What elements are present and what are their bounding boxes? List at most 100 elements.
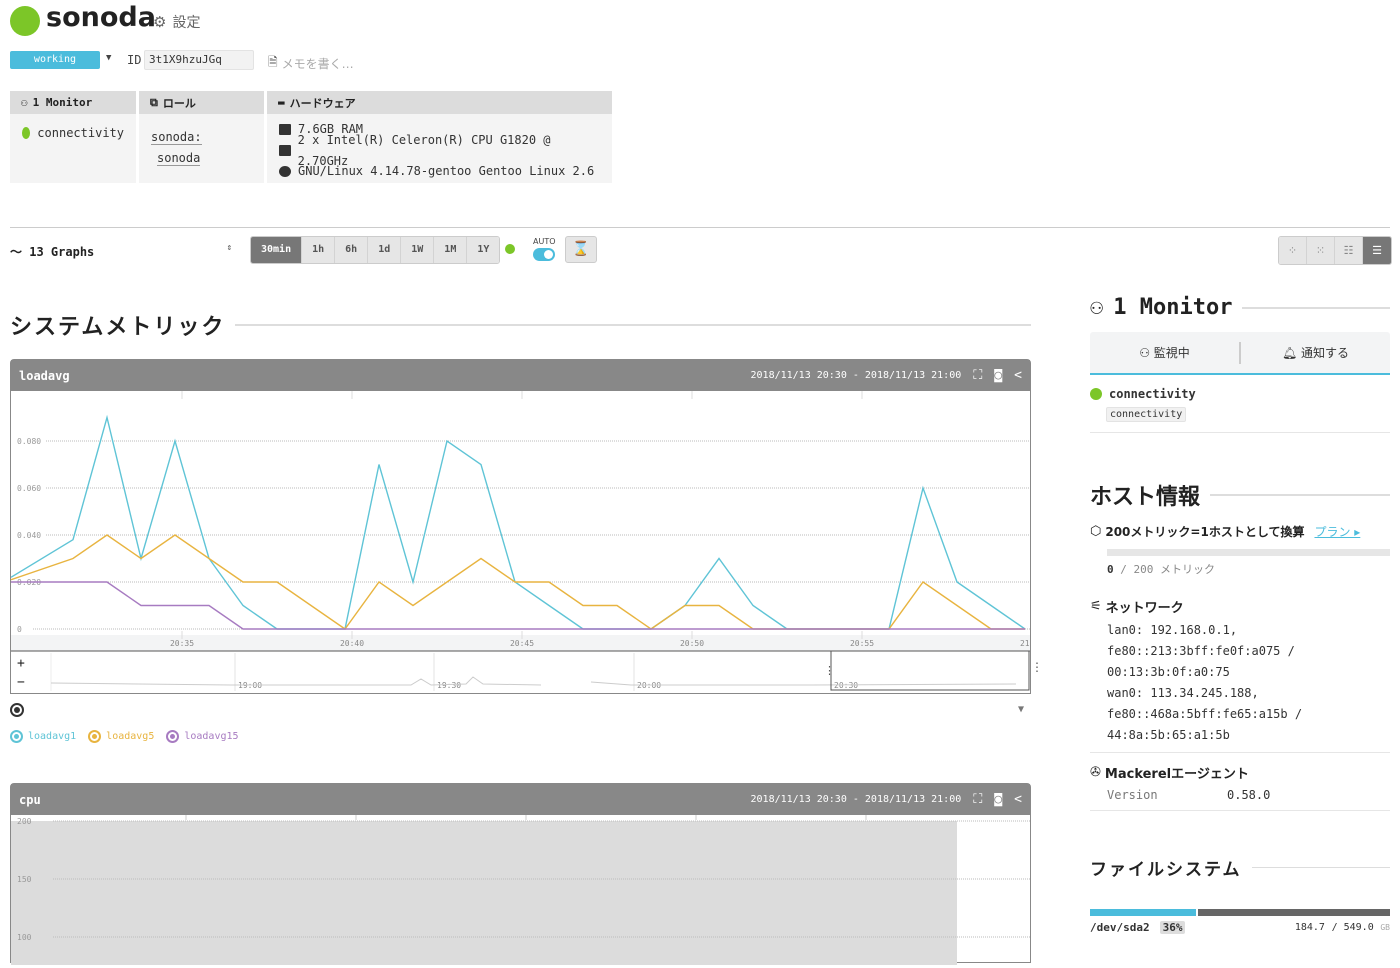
os-info: GNU/Linux 4.14.78-gentoo Gentoo Linux 2.…	[298, 164, 595, 178]
hourglass-icon: ⌛	[572, 241, 590, 257]
legend-toggle-icon	[88, 730, 102, 743]
divider	[10, 227, 1390, 228]
network-line: lan0: 192.168.0.1,	[1107, 623, 1238, 637]
cpu-area	[11, 821, 957, 968]
gear-icon: ⚙	[153, 13, 167, 31]
auto-label: AUTO	[533, 237, 556, 246]
navigator-tick-label: 20:30	[834, 681, 858, 690]
tab-notify[interactable]: 🔔︎ 通知する	[1241, 344, 1390, 361]
network-line: 44:8a:5b:65:a1:5b	[1107, 728, 1230, 742]
zoom-out-button[interactable]: −	[17, 675, 25, 690]
graph-title[interactable]: cpu	[19, 793, 41, 807]
loadavg-chart[interactable]: 20:3520:4020:4520:5020:5521:0000.0200.04…	[10, 391, 1044, 693]
tab-notify-label: 通知する	[1301, 346, 1350, 360]
filesystem-title: ファイルシステム	[1090, 860, 1242, 880]
filesystem-heading: ファイルシステム	[1090, 855, 1390, 880]
range-tab-1h[interactable]: 1h	[302, 237, 336, 263]
filesystem-row: /dev/sda2 36% 184.7 / 549.0 GB	[1090, 921, 1390, 934]
filesystem-total: / 549.0	[1331, 922, 1374, 933]
agent-version-label: Version	[1107, 788, 1158, 802]
settings-link[interactable]: ⚙ 設定	[153, 12, 200, 32]
network-icon: ⚟	[1090, 599, 1102, 614]
layout-grid-2-button[interactable]: ☷	[1335, 237, 1363, 264]
metric-limit: / 200	[1120, 563, 1154, 576]
y-tick-label: 0.060	[17, 484, 41, 493]
os-icon	[279, 166, 291, 177]
binoculars-icon: ⚇	[1139, 346, 1150, 360]
share-icon[interactable]: <	[1014, 792, 1022, 807]
zoom-in-button[interactable]: +	[17, 656, 25, 671]
layout-grid-3-button[interactable]: ⁙	[1307, 237, 1335, 264]
tab-watching-label: 監視中	[1153, 346, 1190, 360]
monitor-name: connectivity	[1109, 387, 1196, 401]
filesystem-unit: GB	[1380, 923, 1390, 932]
expand-icon[interactable]: ⛶	[973, 792, 982, 807]
cpu-chart[interactable]: 200 150 100	[11, 815, 1030, 968]
monitor-list-item[interactable]: connectivity connectivity	[1090, 375, 1390, 432]
y-tick-label: 150	[17, 875, 32, 884]
monitor-tag: connectivity	[1106, 407, 1187, 422]
host-status-dot	[10, 6, 40, 36]
camera-icon[interactable]: ◙	[994, 792, 1002, 807]
memo-placeholder: メモを書く…	[281, 57, 354, 71]
monitor-item[interactable]: connectivity	[37, 124, 124, 142]
range-tab-1d[interactable]: 1d	[368, 237, 402, 263]
navigator-tick-label: 19:00	[238, 681, 262, 690]
toggle-all-series-icon[interactable]	[10, 703, 24, 717]
x-tick-label: 20:50	[680, 639, 704, 648]
plan-link[interactable]: プラン ▸	[1314, 523, 1360, 540]
network-line: wan0: 113.34.245.188,	[1107, 686, 1259, 700]
layout-list-button[interactable]: ☰	[1363, 237, 1391, 264]
custom-period-button[interactable]: ⌛	[565, 236, 597, 263]
camera-icon[interactable]: ◙	[994, 368, 1002, 383]
role-summary: ⧉ ロール sonoda: sonoda	[139, 91, 264, 183]
metric-rule: ⬡ 200メトリック=1ホストとして換算 プラン ▸	[1090, 523, 1390, 540]
layout-grid-4-button[interactable]: ⁘	[1279, 237, 1307, 264]
x-tick-label: 20:35	[170, 639, 194, 648]
legend-label: loadavg5	[106, 731, 155, 742]
role-header: ロール	[162, 96, 196, 110]
agent-heading: ✇ Mackerelエージェント	[1090, 763, 1390, 782]
status-dropdown-icon[interactable]: ▼	[106, 53, 111, 63]
monitor-heading-text: 1 Monitor	[1113, 295, 1233, 320]
metric-rule-text: 200メトリック=1ホストとして換算	[1105, 525, 1305, 539]
range-tab-6h[interactable]: 6h	[335, 237, 369, 263]
metric-unit: メトリック	[1160, 563, 1215, 576]
share-icon[interactable]: <	[1014, 368, 1022, 383]
range-tab-1y[interactable]: 1Y	[467, 237, 500, 263]
legend-item-loadavg5[interactable]: loadavg5	[88, 730, 154, 743]
legend-item-loadavg1[interactable]: loadavg1	[10, 730, 76, 743]
graphs-select[interactable]: 〜 13 Graphs ⇕	[10, 243, 232, 260]
host-id-field[interactable]: 3t1X9hzuJGq	[144, 50, 254, 70]
y-tick-label: 0.080	[17, 437, 41, 446]
monitor-ok-dot	[22, 127, 31, 139]
monitor-tabs: ⚇ 監視中 🔔︎ 通知する	[1090, 332, 1390, 375]
binoculars-icon: ⚇	[21, 96, 28, 109]
layout-switcher: ⁘ ⁙ ☷ ☰	[1278, 236, 1392, 265]
graph-panel-cpu: cpu 2018/11/13 20:30 - 2018/11/13 21:00 …	[10, 783, 1031, 968]
expand-legend-icon[interactable]: ▼	[1018, 704, 1024, 715]
memory-icon	[279, 124, 291, 135]
range-tab-1m[interactable]: 1M	[434, 237, 468, 263]
network-heading: ⚟ ネットワーク	[1090, 597, 1390, 616]
graph-panel-loadavg: loadavg 2018/11/13 20:30 - 2018/11/13 21…	[10, 359, 1044, 694]
auto-refresh-toggle[interactable]	[533, 248, 555, 261]
tab-watching[interactable]: ⚇ 監視中	[1090, 344, 1239, 361]
expand-icon[interactable]: ⛶	[973, 368, 982, 383]
role-name-link[interactable]: sonoda	[157, 151, 201, 166]
graph-title[interactable]: loadavg	[19, 369, 70, 383]
range-tab-30min[interactable]: 30min	[251, 237, 303, 263]
network-info: lan0: 192.168.0.1, fe80::213:3bff:fe0f:a0…	[1090, 620, 1390, 746]
legend-item-loadavg15[interactable]: loadavg15	[166, 730, 239, 743]
status-button[interactable]: working	[10, 51, 100, 69]
time-range-tabs: 30min 1h 6h 1d 1W 1M 1Y	[250, 236, 501, 264]
agent-title: Mackerelエージェント	[1104, 767, 1249, 782]
memo-link[interactable]: 🗎 メモを書く…	[268, 53, 354, 74]
navigator-handle[interactable]: ⋮	[1031, 660, 1043, 674]
role-service-link[interactable]: sonoda:	[151, 130, 202, 145]
legend-toggle-icon	[10, 730, 23, 743]
y-tick-label: 200	[17, 817, 32, 826]
navigator-handle-left[interactable]: ⋮	[824, 664, 835, 677]
drive-icon: ▬	[278, 96, 285, 109]
range-tab-1w[interactable]: 1W	[401, 237, 435, 263]
